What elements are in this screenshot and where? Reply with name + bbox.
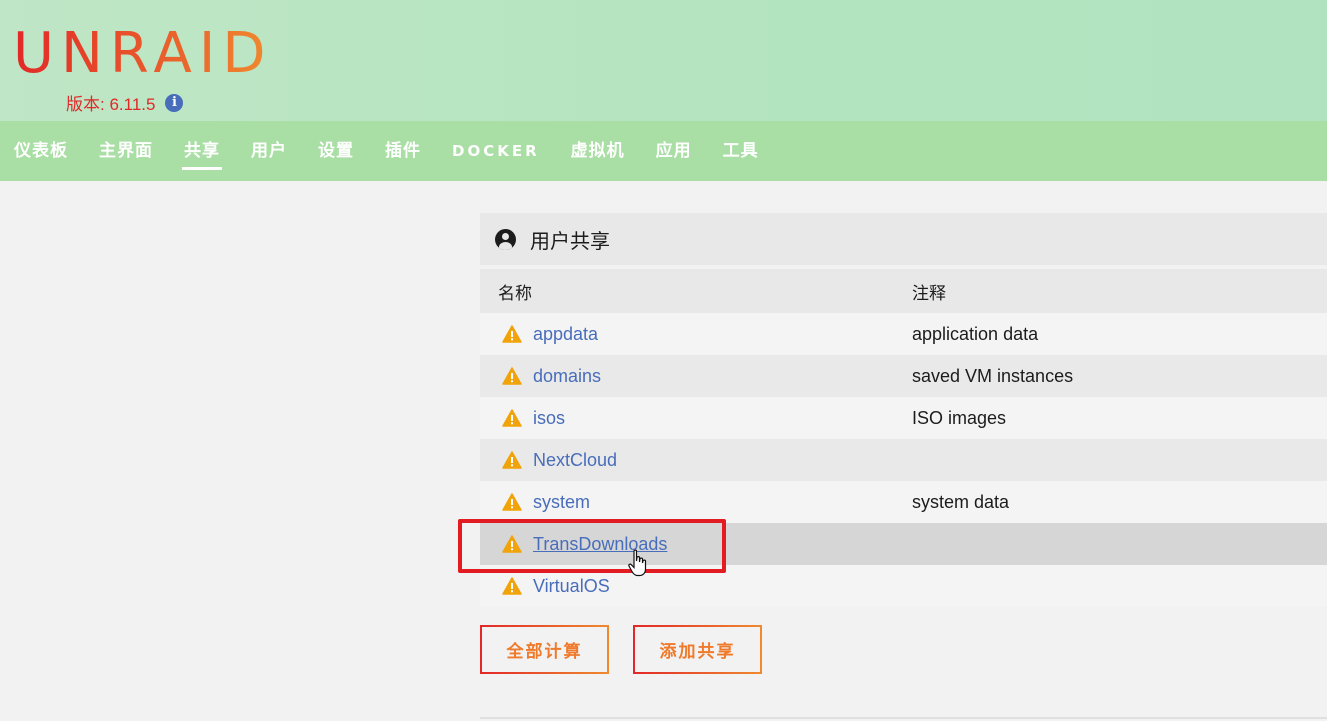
nav-settings[interactable]: 设置 (318, 121, 354, 181)
share-link[interactable]: domains (533, 366, 601, 387)
divider (480, 717, 1327, 719)
warning-icon[interactable] (502, 409, 522, 427)
warning-icon[interactable] (502, 451, 522, 469)
warning-icon[interactable] (502, 535, 522, 553)
warning-icon[interactable] (502, 493, 522, 511)
nav-users[interactable]: 用户 (251, 121, 287, 181)
share-link[interactable]: system (533, 492, 590, 513)
share-comment: ISO images (912, 407, 1007, 428)
user-shares-panel: 用户共享 名称 注释 appdata application data domain… (480, 213, 1327, 607)
share-name-cell: NextCloud (480, 450, 894, 471)
panel-title-text: 用户共享 (530, 228, 610, 253)
table-row: system system data (480, 481, 1327, 523)
column-header-name[interactable]: 名称 (480, 279, 894, 304)
table-row: TransDownloads (480, 523, 1327, 565)
table-row: VirtualOS (480, 565, 1327, 607)
share-list: appdata application data domains saved VM i… (480, 313, 1327, 607)
nav-dashboard[interactable]: 仪表板 (14, 121, 68, 181)
nav-main[interactable]: 主界面 (99, 121, 153, 181)
nav-docker[interactable]: DOCKER (452, 121, 540, 181)
nav-apps[interactable]: 应用 (656, 121, 692, 181)
share-name-cell: VirtualOS (480, 576, 894, 597)
share-link[interactable]: appdata (533, 324, 598, 345)
table-row: isos ISO images (480, 397, 1327, 439)
share-link[interactable]: isos (533, 408, 565, 429)
hand-cursor-icon (628, 549, 647, 577)
share-comment: saved VM instances (912, 365, 1074, 386)
share-comment: system data (912, 491, 1010, 512)
warning-icon[interactable] (502, 325, 522, 343)
share-name-cell: isos (480, 408, 894, 429)
share-name-cell: system (480, 492, 894, 513)
share-link[interactable]: VirtualOS (533, 576, 610, 597)
table-row: appdata application data (480, 313, 1327, 355)
info-icon[interactable]: i (165, 93, 184, 112)
nav-vms[interactable]: 虚拟机 (571, 121, 625, 181)
share-name-cell: appdata (480, 324, 894, 345)
column-header-comment[interactable]: 注释 (894, 279, 946, 304)
unraid-logo[interactable]: UNRAID (13, 24, 272, 84)
share-name-cell: TransDownloads (480, 534, 894, 555)
warning-icon[interactable] (502, 577, 522, 595)
nav-plugins[interactable]: 插件 (385, 121, 421, 181)
header: UNRAID 版本: 6.11.5 i (0, 0, 1327, 121)
panel-title: 用户共享 (480, 213, 1327, 265)
nav-shares[interactable]: 共享 (182, 121, 222, 181)
table-row: NextCloud (480, 439, 1327, 481)
share-name-cell: domains (480, 366, 894, 387)
user-circle-icon (495, 228, 516, 250)
share-link[interactable]: NextCloud (533, 450, 617, 471)
warning-icon[interactable] (502, 367, 522, 385)
table-row: domains saved VM instances (480, 355, 1327, 397)
share-comment: application data (912, 323, 1039, 344)
nav-tools[interactable]: 工具 (723, 121, 759, 181)
table-header: 名称 注释 (480, 269, 1327, 313)
add-share-button[interactable]: 添加共享 (633, 625, 762, 674)
compute-all-button[interactable]: 全部计算 (480, 625, 609, 674)
version-text: 版本: 6.11.5 (66, 95, 156, 114)
action-buttons: 全部计算 添加共享 (480, 625, 762, 674)
main-nav: 仪表板 主界面 共享 用户 设置 插件 DOCKER 虚拟机 应用 工具 (0, 121, 1327, 181)
version-label: 版本: 6.11.5 i (66, 90, 184, 115)
